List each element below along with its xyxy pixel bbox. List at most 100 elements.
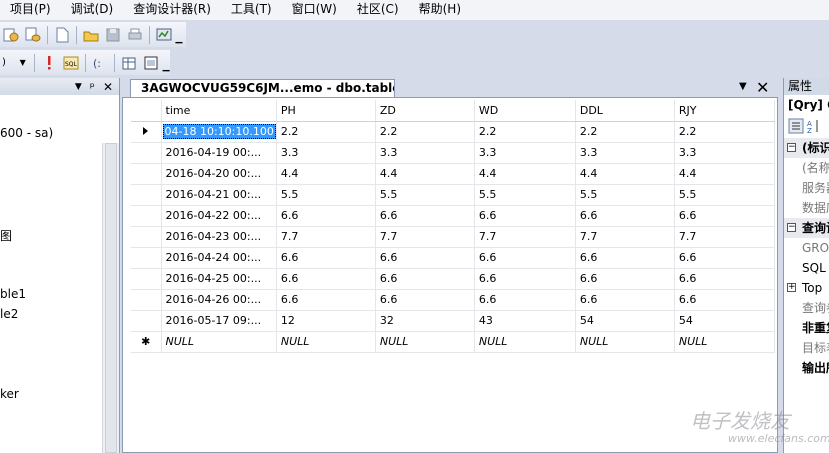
table-cell[interactable]: 43 [474,310,576,332]
table-cell[interactable]: 54 [575,310,675,332]
collapse-icon[interactable]: − [787,143,796,152]
row-selector[interactable] [131,184,162,206]
menu-item[interactable]: 社区(C) [347,0,409,20]
table-cell[interactable]: 6.6 [474,247,576,269]
table-cell[interactable]: 3.3 [375,142,475,164]
property-row[interactable]: 查询参 [784,298,829,318]
tab-table1[interactable]: 3AGWOCVUG59C6JM...emo - dbo.table1 [130,79,395,97]
table-row[interactable]: 2016-04-23 00:... 7.7 7.7 7.7 7.7 7.7 [131,226,775,248]
menu-item[interactable]: 窗口(W) [282,0,347,20]
property-row[interactable]: 非重复 [784,318,829,338]
print-icon[interactable] [126,26,144,44]
table-row[interactable]: 2016-04-25 00:... 6.6 6.6 6.6 6.6 6.6 [131,268,775,290]
table-cell[interactable]: 4.4 [474,163,576,185]
table-cell[interactable]: 6.6 [276,289,376,311]
table-cell[interactable]: 04-18 10:10:10.100 [161,121,277,143]
column-header[interactable]: RJY [674,100,775,122]
table-cell[interactable]: 6.6 [674,247,775,269]
property-row[interactable]: GROU [784,238,829,258]
row-selector[interactable] [131,289,162,311]
close-icon[interactable]: ✕ [103,80,113,94]
chevron-down-icon[interactable]: ▼ [20,54,30,72]
table-cell[interactable]: 4.4 [276,163,376,185]
table-cell[interactable]: 6.6 [276,205,376,227]
column-header[interactable]: ZD [375,100,475,122]
table-cell[interactable]: 2016-05-17 09:... [161,310,277,332]
property-category[interactable]: −(标识) [784,138,829,158]
open-folder-icon[interactable] [82,26,100,44]
table-cell[interactable]: 5.5 [674,184,775,206]
table-cell[interactable]: 2016-04-25 00:... [161,268,277,290]
property-row[interactable]: 服务器 [784,178,829,198]
new-row[interactable]: ✱ NULL NULL NULL NULL NULL NULL [131,331,775,353]
verify-sql-icon[interactable]: SQL [62,54,80,72]
table-cell[interactable]: 7.7 [474,226,576,248]
window-position-icon[interactable]: ▼ [75,82,82,92]
vertical-scrollbar[interactable] [102,143,119,453]
table-cell[interactable]: 6.6 [674,205,775,227]
null-cell[interactable]: NULL [375,331,475,353]
menu-item[interactable]: 项目(P) [0,0,61,20]
table-cell[interactable]: 6.6 [474,205,576,227]
row-selector[interactable] [131,247,162,269]
table-cell[interactable]: 7.7 [674,226,775,248]
menu-item[interactable]: 工具(T) [221,0,282,20]
alphabetical-icon[interactable]: AZ [806,118,822,137]
table-cell[interactable]: 7.7 [276,226,376,248]
table-row[interactable]: 2016-04-26 00:... 6.6 6.6 6.6 6.6 6.6 [131,289,775,311]
table-cell[interactable]: 6.6 [674,289,775,311]
table-cell[interactable]: 3.3 [276,142,376,164]
column-header[interactable]: DDL [575,100,675,122]
null-cell[interactable]: NULL [474,331,576,353]
new-file-icon[interactable] [53,26,71,44]
menu-item[interactable]: 调试(D) [61,0,124,20]
row-selector[interactable] [131,163,162,185]
table-cell[interactable]: 3.3 [474,142,576,164]
activity-monitor-icon[interactable] [155,26,173,44]
null-cell[interactable]: NULL [575,331,675,353]
table-cell[interactable]: 2016-04-20 00:... [161,163,277,185]
null-cell[interactable]: NULL [276,331,376,353]
table-cell[interactable]: 7.7 [375,226,475,248]
null-cell[interactable]: NULL [674,331,775,353]
property-row[interactable]: 数据库 [784,198,829,218]
selected-cell-text[interactable]: 04-18 10:10:10.100 [162,124,276,139]
table-cell[interactable]: 6.6 [375,268,475,290]
group-by-icon[interactable]: (: [91,54,109,72]
property-row[interactable]: 目标表 [784,338,829,358]
add-table-icon[interactable] [120,54,138,72]
table-cell[interactable]: 6.6 [575,289,675,311]
table-cell[interactable]: 2016-04-22 00:... [161,205,277,227]
properties-object-selector[interactable]: [Qry] Q [784,95,829,116]
table-cell[interactable]: 5.5 [575,184,675,206]
collapse-icon[interactable]: − [787,223,796,232]
add-new-derived-table-icon[interactable] [142,54,160,72]
categorized-icon[interactable] [788,118,804,137]
table-cell[interactable]: 2016-04-23 00:... [161,226,277,248]
tree-item-server[interactable]: 600 - sa) [0,126,53,140]
table-cell[interactable]: 6.6 [674,268,775,290]
row-selector[interactable] [131,205,162,227]
table-cell[interactable]: 2016-04-21 00:... [161,184,277,206]
property-category[interactable]: −查询设 [784,218,829,238]
menu-item[interactable]: 帮助(H) [409,0,471,20]
table-row[interactable]: 2016-04-22 00:... 6.6 6.6 6.6 6.6 6.6 [131,205,775,227]
table-cell[interactable]: 3.3 [674,142,775,164]
table-cell[interactable]: 2.2 [674,121,775,143]
expand-icon[interactable]: + [787,283,796,292]
property-row[interactable]: (名称) [784,158,829,178]
table-row[interactable]: 2016-04-24 00:... 6.6 6.6 6.6 6.6 6.6 [131,247,775,269]
row-selector[interactable] [131,310,162,332]
column-header[interactable]: PH [276,100,376,122]
column-header[interactable]: time [161,100,277,122]
execute-sql-icon[interactable] [40,54,58,72]
table-cell[interactable]: 6.6 [276,247,376,269]
table-cell[interactable]: 2016-04-24 00:... [161,247,277,269]
table-cell[interactable]: 2.2 [276,121,376,143]
row-selector[interactable] [131,268,162,290]
property-row[interactable]: 输出所 [784,358,829,378]
table-cell[interactable]: 2.2 [474,121,576,143]
table-row[interactable]: 2016-04-20 00:... 4.4 4.4 4.4 4.4 4.4 [131,163,775,185]
table-cell[interactable]: 54 [674,310,775,332]
database-query-icon[interactable] [24,26,42,44]
